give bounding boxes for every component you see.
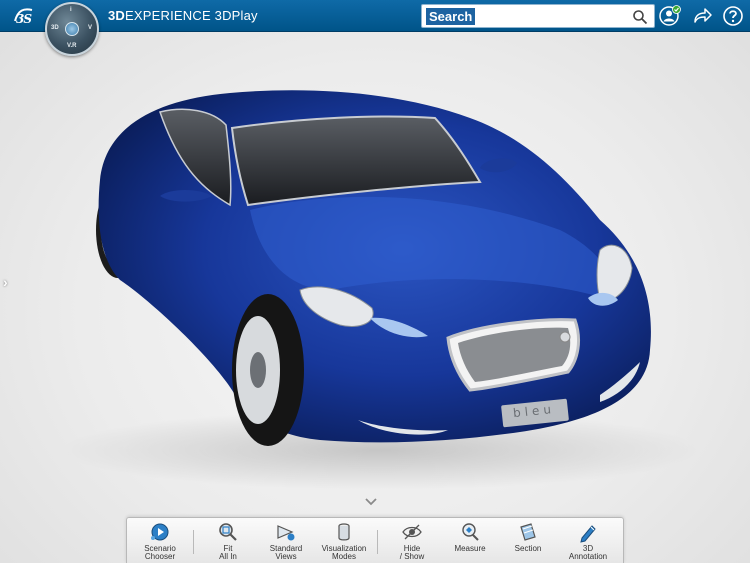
car-model[interactable] (0, 33, 750, 517)
measure-button[interactable]: Measure (441, 521, 499, 563)
hide-show-button[interactable]: Hide / Show (383, 521, 441, 563)
hide-show-icon (402, 524, 422, 540)
svg-text:3S: 3S (16, 12, 32, 26)
user-icon[interactable] (659, 5, 681, 27)
action-toolbar: Scenario Chooser Fit All In Standard Vie… (126, 517, 624, 563)
app-title-rest: EXPERIENCE 3DPlay (125, 8, 258, 23)
section-label: Section (514, 544, 542, 553)
search-icon[interactable] (632, 9, 648, 25)
scenario-chooser-button[interactable]: Scenario Chooser (131, 521, 189, 563)
annotation-icon (580, 525, 596, 543)
hide-show-label: Hide / Show (399, 544, 425, 561)
left-panel-handle-icon[interactable]: › (3, 274, 8, 290)
standard-views-label: Standard Views (269, 544, 303, 561)
scenario-chooser-label: Scenario Chooser (144, 544, 176, 561)
search-placeholder: Search (426, 8, 476, 25)
scenario-chooser-icon (151, 523, 169, 541)
section-icon (520, 523, 536, 541)
app-title-bold: 3D (108, 8, 126, 23)
measure-label: Measure (454, 544, 486, 553)
top-bar: 3S 3DEXPERIENCE 3DPlay Search (0, 0, 750, 32)
compass-label-left: 3D (51, 25, 59, 31)
help-icon[interactable] (722, 5, 744, 27)
app-title: 3DEXPERIENCE 3DPlay (108, 8, 258, 23)
search-box[interactable]: Search (421, 4, 655, 28)
section-button[interactable]: Section (499, 521, 557, 563)
toolbar-separator (193, 530, 194, 554)
toolbar-separator (377, 530, 378, 554)
visualization-modes-icon (338, 523, 350, 541)
measure-icon (462, 523, 479, 541)
visualization-modes-label: Visualization Modes (321, 544, 367, 561)
fit-all-in-button[interactable]: Fit All In (199, 521, 257, 563)
visualization-modes-button[interactable]: Visualization Modes (315, 521, 373, 563)
standard-views-icon (277, 525, 295, 541)
chevron-down-icon[interactable] (364, 497, 378, 507)
compass-label-right: V (88, 25, 93, 31)
share-icon[interactable] (691, 5, 713, 27)
fit-all-icon (219, 523, 237, 541)
compass-label-top: i (70, 7, 72, 13)
standard-views-button[interactable]: Standard Views (257, 521, 315, 563)
3d-viewport[interactable]: bleu › (0, 33, 750, 517)
3d-annotation-label: 3D Annotation (568, 544, 608, 561)
3ds-logo-icon[interactable]: 3S (12, 6, 36, 26)
fit-all-in-label: Fit All In (219, 544, 237, 561)
3d-annotation-button[interactable]: 3D Annotation (559, 521, 617, 563)
